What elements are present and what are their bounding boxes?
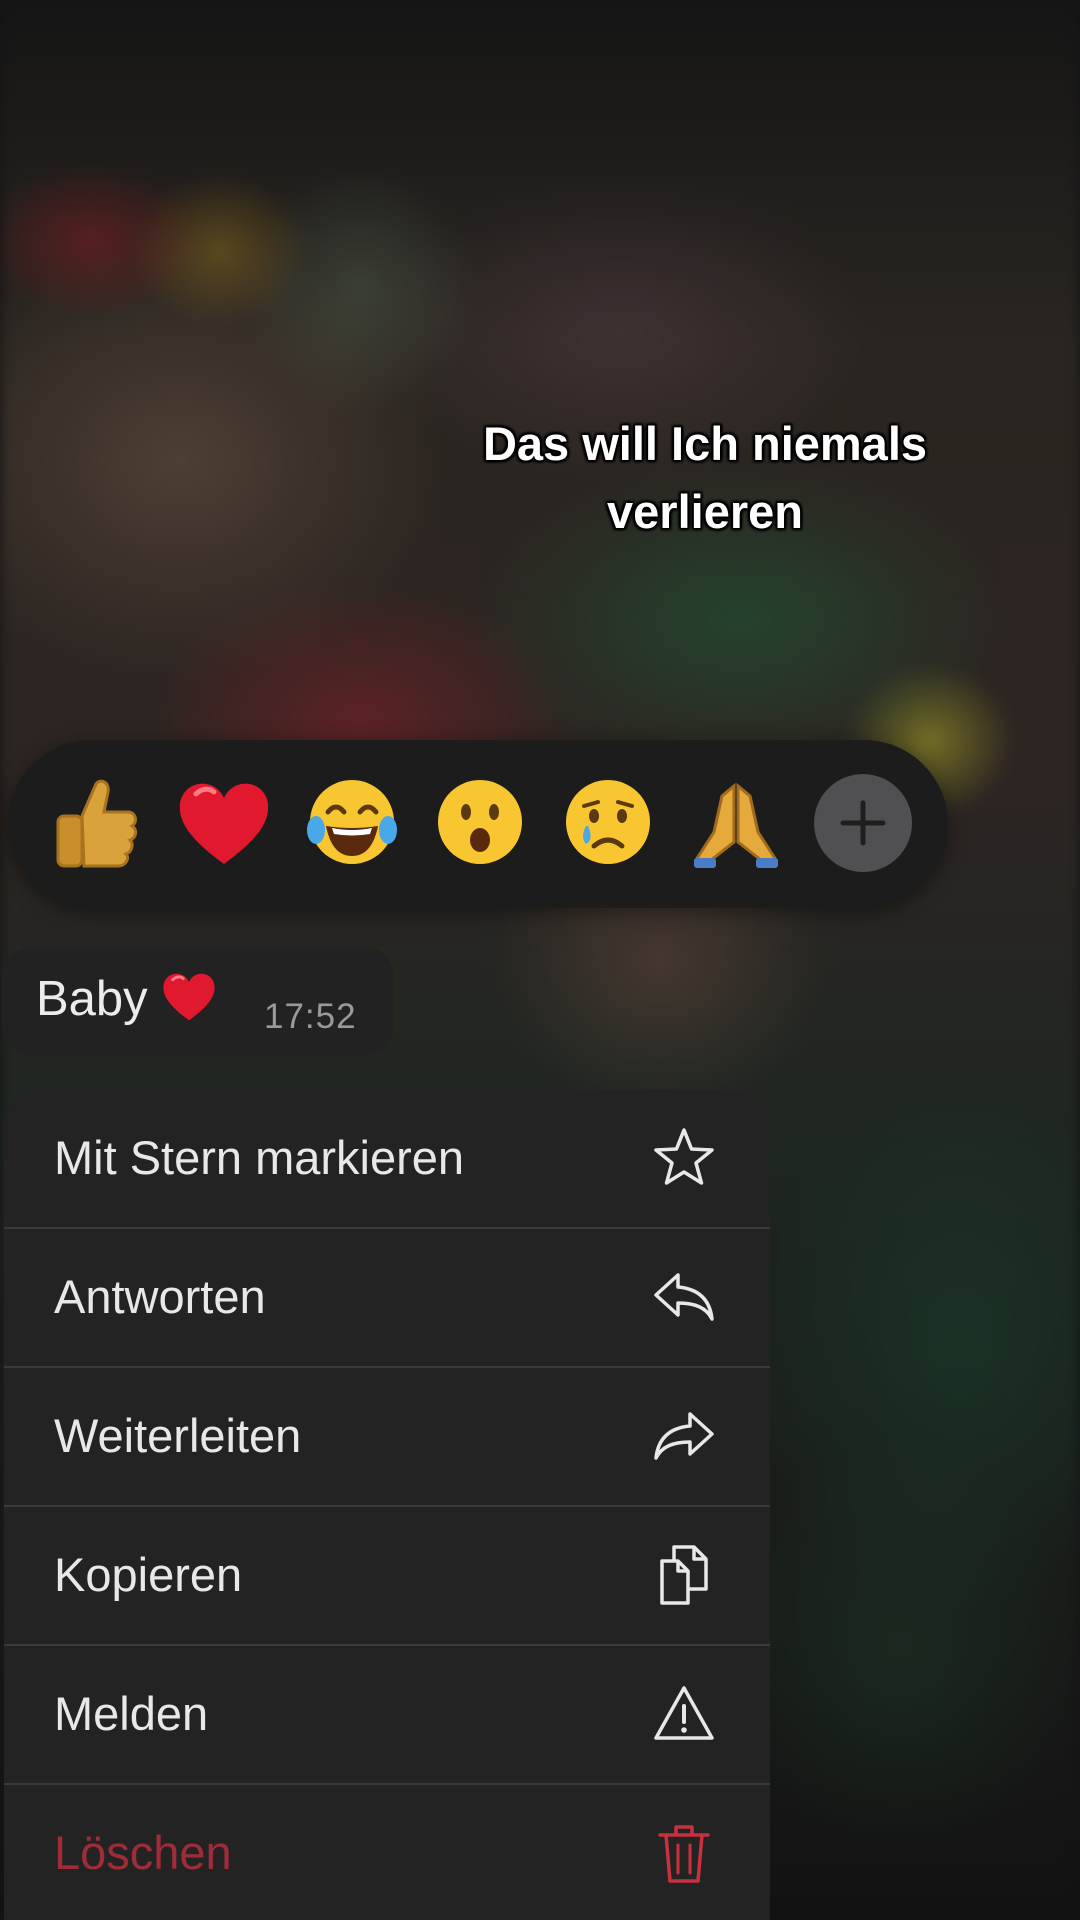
menu-item-label: Kopieren <box>54 1548 243 1601</box>
reply-icon <box>648 1261 720 1333</box>
menu-item-label: Melden <box>54 1687 209 1740</box>
crying-face-icon <box>566 780 650 864</box>
caption-line-2: verlieren <box>607 485 803 538</box>
message-timestamp: 17:52 <box>264 997 357 1036</box>
thumbs-up-icon <box>56 779 138 868</box>
more-reactions-button[interactable] <box>814 774 912 872</box>
plus-icon <box>840 800 886 846</box>
reaction-tears-of-joy[interactable] <box>302 772 402 872</box>
copy-icon <box>648 1539 720 1611</box>
reaction-surprised[interactable] <box>430 772 530 872</box>
caption-line-1: Das will Ich niemals <box>482 417 928 470</box>
video-caption: Das will Ich niemals verlieren <box>430 410 980 546</box>
message-text: Baby <box>36 972 148 1026</box>
star-icon <box>648 1122 720 1194</box>
message-context-menu: Mit Stern markieren Antworten Weiterleit… <box>4 1090 770 1920</box>
reaction-thumbs-up[interactable] <box>44 772 144 872</box>
screen: Das will Ich niemals verlieren Baby 17:5… <box>0 0 1080 1920</box>
tears-of-joy-icon <box>307 780 397 864</box>
folded-hands-icon <box>693 782 779 868</box>
reaction-red-heart[interactable] <box>174 772 274 872</box>
reaction-crying[interactable] <box>558 772 658 872</box>
surprised-face-icon <box>438 780 522 864</box>
menu-item-copy[interactable]: Kopieren <box>4 1507 770 1644</box>
menu-item-label: Antworten <box>54 1270 266 1323</box>
menu-item-delete[interactable]: Löschen <box>4 1785 770 1920</box>
red-heart-icon <box>179 783 269 864</box>
trash-icon <box>648 1817 720 1889</box>
forward-icon <box>648 1400 720 1472</box>
menu-item-star[interactable]: Mit Stern markieren <box>4 1090 770 1227</box>
menu-item-report[interactable]: Melden <box>4 1646 770 1783</box>
menu-item-reply[interactable]: Antworten <box>4 1229 770 1366</box>
warning-icon <box>648 1678 720 1750</box>
message-bubble[interactable]: Baby 17:52 <box>2 947 394 1055</box>
menu-item-label: Löschen <box>54 1826 232 1879</box>
reaction-folded-hands[interactable] <box>686 772 786 872</box>
red-heart-icon <box>163 973 215 1021</box>
menu-item-label: Mit Stern markieren <box>54 1131 465 1184</box>
menu-item-label: Weiterleiten <box>54 1409 302 1462</box>
menu-item-forward[interactable]: Weiterleiten <box>4 1368 770 1505</box>
reaction-bar <box>8 740 948 908</box>
